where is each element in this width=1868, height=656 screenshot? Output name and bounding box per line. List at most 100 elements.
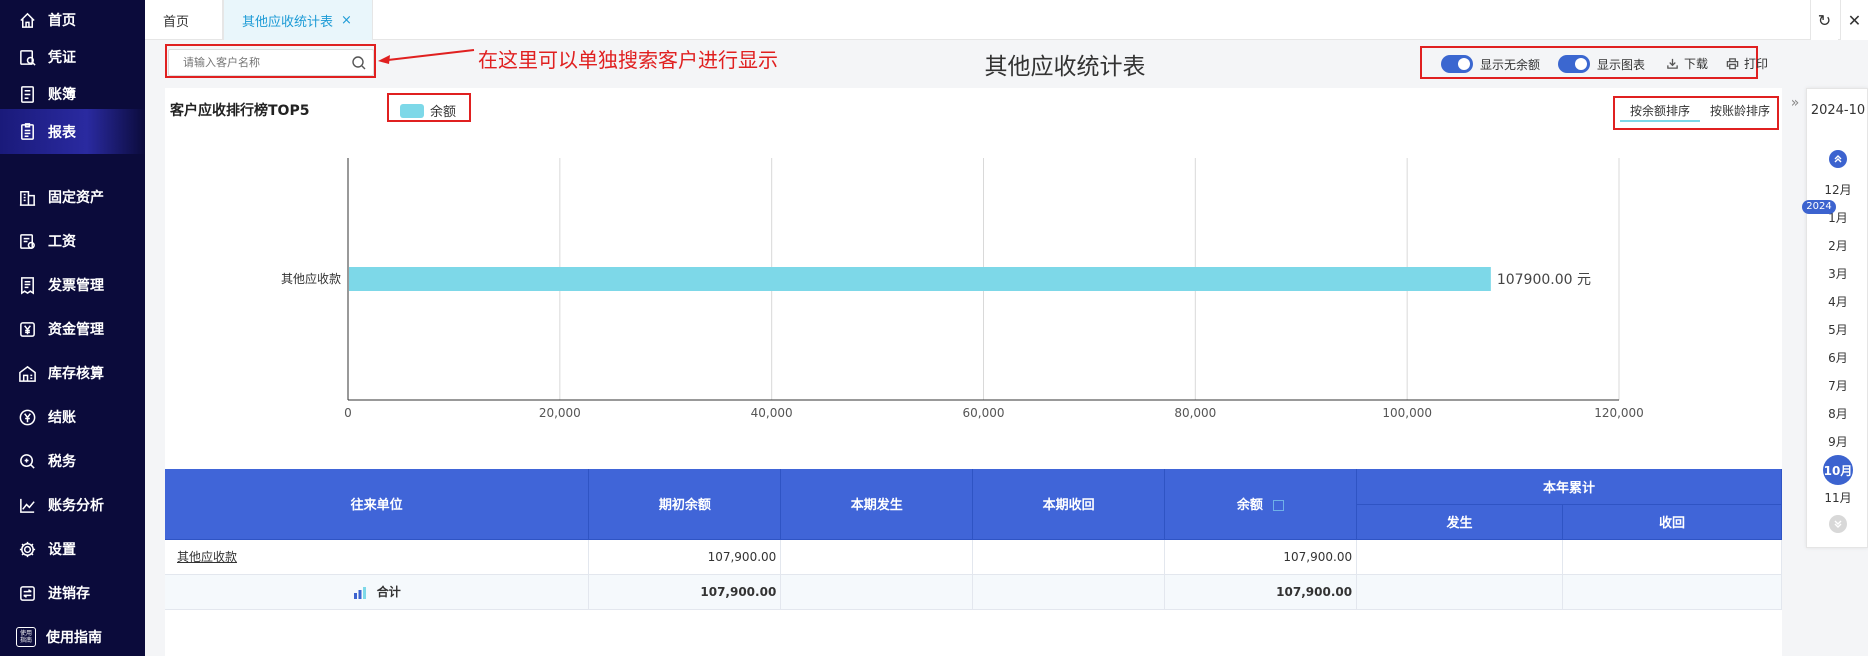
double-chevron-up-icon bbox=[1834, 155, 1842, 163]
sidebar-item-salary[interactable]: 工资 bbox=[0, 221, 145, 261]
show-chart-label: 显示图表 bbox=[1597, 58, 1646, 72]
col-header-ytd: 本年累计 bbox=[1356, 469, 1782, 505]
month-item[interactable]: 5月 bbox=[1807, 321, 1868, 338]
total-label: 合计 bbox=[376, 585, 401, 599]
x-tick-label: 0 bbox=[344, 406, 352, 420]
close-icon: ✕ bbox=[1847, 10, 1862, 30]
download-icon bbox=[1667, 58, 1678, 69]
col-header-period-occur[interactable]: 本期发生 bbox=[780, 469, 974, 540]
row-period-occur bbox=[780, 539, 974, 575]
month-item[interactable]: 4月 bbox=[1807, 293, 1868, 310]
month-item[interactable]: 8月 bbox=[1807, 405, 1868, 422]
month-item[interactable]: 7月 bbox=[1807, 377, 1868, 394]
building-icon bbox=[16, 186, 38, 208]
month-item[interactable]: 12月 bbox=[1807, 181, 1868, 198]
sidebar-item-label: 报表 bbox=[48, 124, 76, 141]
sidebar-item-tax[interactable]: 税务 bbox=[0, 441, 145, 481]
month-item[interactable]: 6月 bbox=[1807, 349, 1868, 366]
sidebar-item-label: 工资 bbox=[48, 234, 76, 250]
month-item[interactable]: 3月 bbox=[1807, 265, 1868, 282]
collapse-panel-button[interactable]: » bbox=[1786, 92, 1804, 114]
inventory-icon bbox=[16, 582, 38, 604]
show-chart-toggle[interactable] bbox=[1558, 55, 1590, 73]
tax-icon bbox=[16, 450, 38, 472]
month-item[interactable]: 11月 bbox=[1807, 489, 1868, 506]
receivables-table: 往来单位 期初余额 本期发生 本期收回 余额 本年累计 发生 收回 其他应收款 … bbox=[165, 469, 1782, 610]
sidebar-item-ledger[interactable]: 账簿 bbox=[0, 74, 145, 114]
row-period-recover bbox=[972, 539, 1166, 575]
col-header-period-recover[interactable]: 本期收回 bbox=[972, 469, 1166, 540]
refresh-icon: ↻ bbox=[1817, 10, 1832, 30]
sidebar-item-label: 使用指南 bbox=[46, 630, 102, 646]
sidebar-item-invoice[interactable]: 发票管理 bbox=[0, 265, 145, 305]
app-root: 首页 凭证 账簿 报表 固定资产 工资 发票管理 资金管理 库存核算 结账 税务… bbox=[0, 0, 1868, 656]
show-zero-balance-label: 显示无余额 bbox=[1480, 58, 1541, 72]
yen-icon bbox=[16, 318, 38, 340]
sidebar-item-settle[interactable]: 结账 bbox=[0, 397, 145, 437]
printer-icon bbox=[1726, 58, 1739, 70]
row-opening: 107,900.00 bbox=[588, 539, 782, 575]
close-window-button[interactable]: ✕ bbox=[1840, 0, 1868, 40]
row-unit-link[interactable]: 其他应收款 bbox=[165, 539, 590, 575]
sidebar-item-label: 税务 bbox=[48, 454, 76, 470]
search-annotation-text: 在这里可以单独搜索客户进行显示 bbox=[478, 48, 778, 72]
month-item[interactable]: 2月 bbox=[1807, 237, 1868, 254]
x-tick-label: 120,000 bbox=[1594, 406, 1644, 420]
scroll-down-button[interactable] bbox=[1829, 515, 1847, 533]
chart-title: 客户应收排行榜TOP5 bbox=[170, 103, 310, 119]
total-period-recover bbox=[972, 574, 1166, 610]
sidebar-item-analysis[interactable]: 账务分析 bbox=[0, 485, 145, 525]
sort-by-aging-tab[interactable]: 按账龄排序 bbox=[1710, 102, 1770, 119]
bar-value-label: 107900.00 元 bbox=[1497, 272, 1591, 288]
bar-chart: 0 20,000 40,000 60,000 80,000 100,000 120,000 其… bbox=[281, 158, 1644, 420]
tab-other-receivables[interactable]: 其他应收统计表 × bbox=[223, 0, 373, 40]
sidebar-item-inventory[interactable]: 进销存 bbox=[0, 573, 145, 613]
col-header-unit[interactable]: 往来单位 bbox=[165, 469, 590, 540]
sidebar-item-home[interactable]: 首页 bbox=[0, 0, 145, 40]
print-label: 打印 bbox=[1744, 57, 1769, 71]
sidebar-item-funds[interactable]: 资金管理 bbox=[0, 309, 145, 349]
search-field[interactable] bbox=[168, 49, 374, 76]
filter-icon[interactable] bbox=[1273, 500, 1285, 512]
tab-label: 其他应收统计表 bbox=[242, 14, 334, 30]
customer-search-input[interactable] bbox=[169, 50, 349, 75]
salary-icon bbox=[16, 230, 38, 252]
refresh-button[interactable]: ↻ bbox=[1810, 0, 1838, 40]
chart-legend[interactable]: 余额 bbox=[400, 101, 456, 120]
sidebar-item-guide[interactable]: 使用指南 使用指南 bbox=[0, 617, 145, 656]
sidebar-item-label: 凭证 bbox=[48, 50, 76, 66]
sidebar-item-settings[interactable]: 设置 bbox=[0, 529, 145, 569]
scroll-up-button[interactable] bbox=[1829, 150, 1847, 168]
legend-swatch bbox=[400, 103, 424, 118]
sort-by-amount-tab[interactable]: 按余额排序 bbox=[1630, 102, 1690, 119]
sidebar-item-fixed-assets[interactable]: 固定资产 bbox=[0, 177, 145, 217]
total-opening: 107,900.00 bbox=[588, 574, 782, 610]
sidebar-item-label: 发票管理 bbox=[48, 278, 104, 294]
sidebar-item-label: 账务分析 bbox=[48, 498, 104, 514]
month-item[interactable]: 9月 bbox=[1807, 433, 1868, 450]
col-header-opening[interactable]: 期初余额 bbox=[588, 469, 782, 540]
annotation-arrow bbox=[378, 49, 475, 64]
search-icon[interactable] bbox=[351, 55, 367, 71]
sidebar-item-label: 库存核算 bbox=[48, 366, 104, 382]
show-zero-balance-toggle[interactable] bbox=[1441, 55, 1473, 73]
sidebar-item-label: 结账 bbox=[48, 410, 76, 426]
sidebar-item-label: 进销存 bbox=[48, 586, 90, 602]
col-header-ytd-occur[interactable]: 发生 bbox=[1356, 504, 1564, 540]
col-header-ytd-recover[interactable]: 收回 bbox=[1562, 504, 1782, 540]
col-header-balance[interactable]: 余额 bbox=[1164, 469, 1358, 540]
legend-label: 余额 bbox=[430, 105, 457, 120]
sidebar-item-voucher[interactable]: 凭证 bbox=[0, 37, 145, 77]
close-tab-icon[interactable]: × bbox=[341, 13, 352, 28]
bar-chart-icon[interactable] bbox=[353, 586, 367, 599]
print-button[interactable]: 打印 bbox=[1726, 55, 1768, 72]
month-picker: 2024-10 12月 1月 2月 3月 4月 5月 6月 7月 8月 9月 1… bbox=[1806, 88, 1868, 548]
tab-home[interactable]: 首页 bbox=[145, 0, 223, 40]
row-ytd-occur bbox=[1356, 539, 1564, 575]
download-button[interactable]: 下载 bbox=[1666, 55, 1708, 72]
total-balance: 107,900.00 bbox=[1164, 574, 1358, 610]
sidebar-item-report[interactable]: 报表 bbox=[0, 109, 145, 154]
sidebar-item-label: 资金管理 bbox=[48, 322, 104, 338]
active-month[interactable]: 10月 bbox=[1823, 455, 1853, 485]
sidebar-item-warehouse[interactable]: 库存核算 bbox=[0, 353, 145, 393]
